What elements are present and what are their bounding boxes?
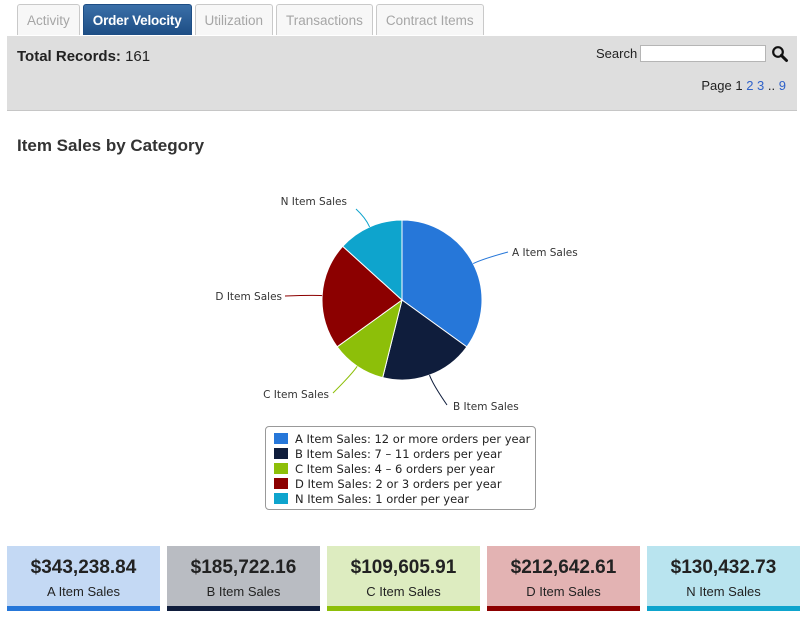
legend-item[interactable]: A Item Sales: 12 or more orders per year (274, 431, 535, 446)
legend-item[interactable]: B Item Sales: 7 – 11 orders per year (274, 446, 535, 461)
tab-activity[interactable]: Activity (17, 4, 80, 35)
search-input[interactable] (640, 45, 766, 62)
card-value: $212,642.61 (510, 557, 617, 578)
legend-swatch (274, 463, 288, 474)
card-value: $185,722.16 (190, 557, 297, 578)
chart-title: Item Sales by Category (17, 136, 205, 155)
pie-connector-d (284, 294, 323, 297)
pie-label-n: N Item Sales (281, 196, 347, 208)
pie-label-d: D Item Sales (215, 291, 282, 303)
tab-utilization[interactable]: Utilization (194, 4, 274, 35)
legend-label: B Item Sales: 7 – 11 orders per year (295, 446, 502, 461)
legend-label: N Item Sales: 1 order per year (295, 491, 469, 506)
pie-connector-a (472, 251, 509, 265)
legend-swatch (274, 478, 288, 489)
legend-label: D Item Sales: 2 or 3 orders per year (295, 476, 502, 491)
records-toolbar: Total Records: 161 Search Page 1 2 3 .. … (7, 36, 797, 111)
page-current: 1 (735, 78, 743, 93)
legend-item[interactable]: D Item Sales: 2 or 3 orders per year (274, 476, 535, 491)
search-icon[interactable] (771, 45, 789, 63)
card-accent-bar (167, 606, 320, 611)
total-records-value: 161 (125, 48, 151, 65)
legend-item[interactable]: C Item Sales: 4 – 6 orders per year (274, 461, 535, 476)
card-value: $109,605.91 (350, 557, 457, 578)
legend-item[interactable]: N Item Sales: 1 order per year (274, 491, 535, 506)
summary-card: $212,642.61 D Item Sales (487, 546, 640, 611)
card-accent-bar (647, 606, 800, 611)
tab-contract-items[interactable]: Contract Items (375, 4, 484, 35)
tab-order-velocity[interactable]: Order Velocity (82, 4, 192, 35)
pie-label-c: C Item Sales (263, 389, 329, 401)
summary-card: $130,432.73 N Item Sales (647, 546, 800, 611)
tab-bar: Activity Order Velocity Utilization Tran… (17, 4, 484, 36)
legend-swatch (274, 448, 288, 459)
chart-legend: A Item Sales: 12 or more orders per year… (265, 426, 536, 510)
pie-connector-b (429, 374, 448, 406)
card-accent-bar (487, 606, 640, 611)
total-records: Total Records: 161 (17, 48, 150, 65)
card-label: C Item Sales (366, 584, 441, 599)
legend-swatch (274, 493, 288, 504)
pie-label-a: A Item Sales (512, 247, 578, 259)
card-label: B Item Sales (206, 584, 281, 599)
legend-label: C Item Sales: 4 – 6 orders per year (295, 461, 495, 476)
card-accent-bar (7, 606, 160, 611)
page-link-3[interactable]: 3 (757, 78, 764, 93)
page-link-last[interactable]: 9 (779, 78, 786, 93)
legend-swatch (274, 433, 288, 444)
card-accent-bar (327, 606, 480, 611)
legend-label: A Item Sales: 12 or more orders per year (295, 431, 531, 446)
card-value: $130,432.73 (670, 557, 777, 578)
summary-card: $343,238.84 A Item Sales (7, 546, 160, 611)
pie-connector-n (355, 208, 371, 228)
pie-label-b: B Item Sales (453, 401, 519, 413)
tab-transactions[interactable]: Transactions (276, 4, 373, 35)
pagination: Page 1 2 3 .. 9 (701, 78, 786, 93)
card-value: $343,238.84 (30, 557, 137, 578)
total-records-label: Total Records: (17, 48, 121, 65)
page-prefix: Page (701, 78, 732, 93)
pie-connector-c (332, 366, 358, 394)
card-label: A Item Sales (47, 584, 120, 599)
card-label: N Item Sales (686, 584, 761, 599)
summary-cards: $343,238.84 A Item Sales $185,722.16 B Item… (7, 546, 800, 611)
page-ellipsis: .. (767, 78, 776, 93)
summary-card: $109,605.91 C Item Sales (327, 546, 480, 611)
page-link-2[interactable]: 2 (746, 78, 753, 93)
summary-card: $185,722.16 B Item Sales (167, 546, 320, 611)
card-label: D Item Sales (526, 584, 601, 599)
search-label: Search (596, 46, 638, 61)
pie-chart: A Item Sales B Item Sales C Item Sales D It… (215, 196, 578, 413)
